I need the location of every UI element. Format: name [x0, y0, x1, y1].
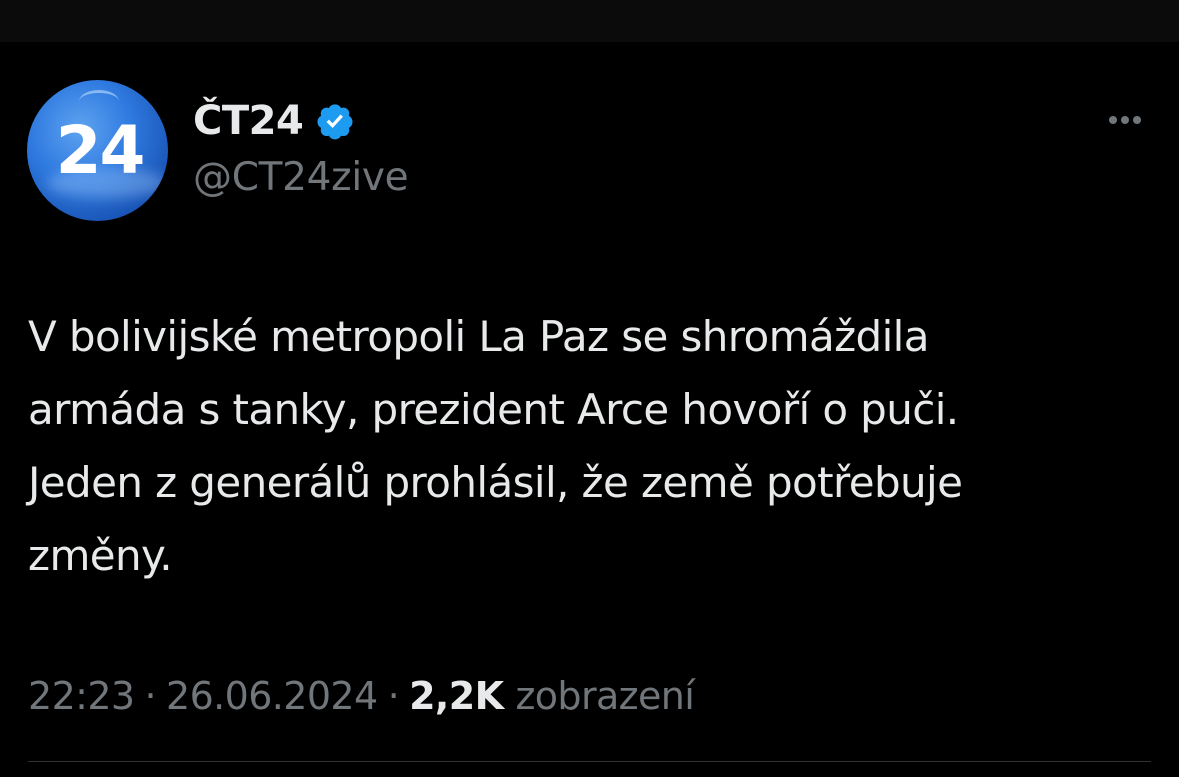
views-label: zobrazení: [515, 674, 695, 718]
avatar[interactable]: 24: [27, 80, 168, 221]
author-name-row[interactable]: ČT24: [193, 96, 355, 146]
display-name[interactable]: ČT24: [193, 98, 304, 144]
views-count: 2,2K: [409, 674, 504, 718]
top-bar: [0, 0, 1179, 42]
tweet-text: V bolivijské metropoli La Paz se shromáž…: [28, 312, 963, 580]
more-horizontal-icon-dot: [1133, 116, 1141, 124]
tweet-date[interactable]: 26.06.2024: [166, 674, 378, 718]
user-handle[interactable]: @CT24zive: [193, 155, 409, 200]
divider: [28, 761, 1151, 762]
more-options-button[interactable]: [1100, 100, 1150, 140]
avatar-logo-text: 24: [55, 112, 146, 189]
tweet-meta: 22:23 · 26.06.2024 · 2,2K zobrazení: [28, 668, 695, 724]
meta-separator: ·: [144, 674, 157, 718]
tweet-time[interactable]: 22:23: [28, 674, 135, 718]
more-horizontal-icon: [1109, 116, 1117, 124]
verified-badge-icon[interactable]: [315, 101, 355, 141]
more-horizontal-icon-dot: [1121, 116, 1129, 124]
meta-separator: ·: [387, 674, 400, 718]
